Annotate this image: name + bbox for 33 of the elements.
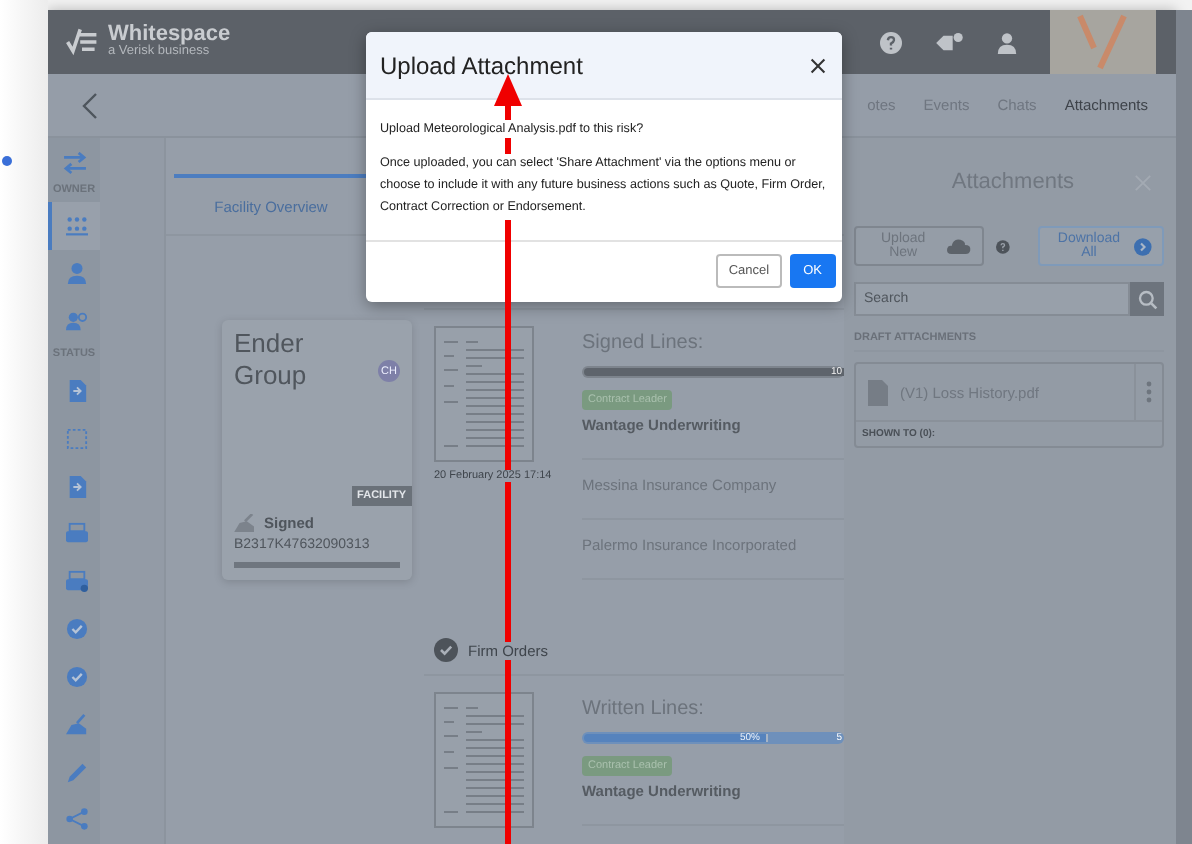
swap-arrows-icon[interactable] [61, 152, 87, 174]
help-icon[interactable] [995, 239, 1010, 253]
arrow-circle-icon [1134, 237, 1152, 255]
tray-icon [65, 522, 87, 545]
people-icon [65, 310, 87, 333]
document-thumbnail[interactable] [434, 692, 534, 828]
user-icon[interactable] [996, 31, 1018, 53]
facility-title: Ender Group [234, 328, 309, 391]
document-icon [65, 379, 87, 402]
check-badge-icon [65, 618, 87, 641]
share-icon [65, 808, 87, 831]
pencil-icon [65, 761, 87, 784]
search-icon [1137, 289, 1157, 309]
grid-dots-icon [65, 214, 87, 237]
tag-icon[interactable] [934, 31, 964, 53]
pdf-file-icon [868, 379, 888, 405]
dot-icon [2, 156, 12, 166]
dialog-title: Upload Attachment [380, 51, 583, 79]
brand-name: Whitespace [108, 24, 231, 47]
cloud-icon [946, 238, 972, 254]
close-icon[interactable] [810, 57, 826, 73]
check-badge-clock-icon [65, 665, 87, 688]
help-icon[interactable] [880, 31, 902, 53]
check-badge-icon [434, 638, 458, 662]
document-thumbnail[interactable] [434, 326, 534, 462]
back-icon[interactable] [82, 91, 98, 119]
document-arrow-icon [65, 475, 87, 498]
logo-icon [64, 24, 100, 60]
person-icon [65, 262, 87, 285]
sidebar-button[interactable] [48, 201, 100, 250]
tray-badge-icon [65, 570, 87, 593]
dashed-square-icon [65, 427, 87, 450]
search-button[interactable] [1130, 282, 1164, 316]
